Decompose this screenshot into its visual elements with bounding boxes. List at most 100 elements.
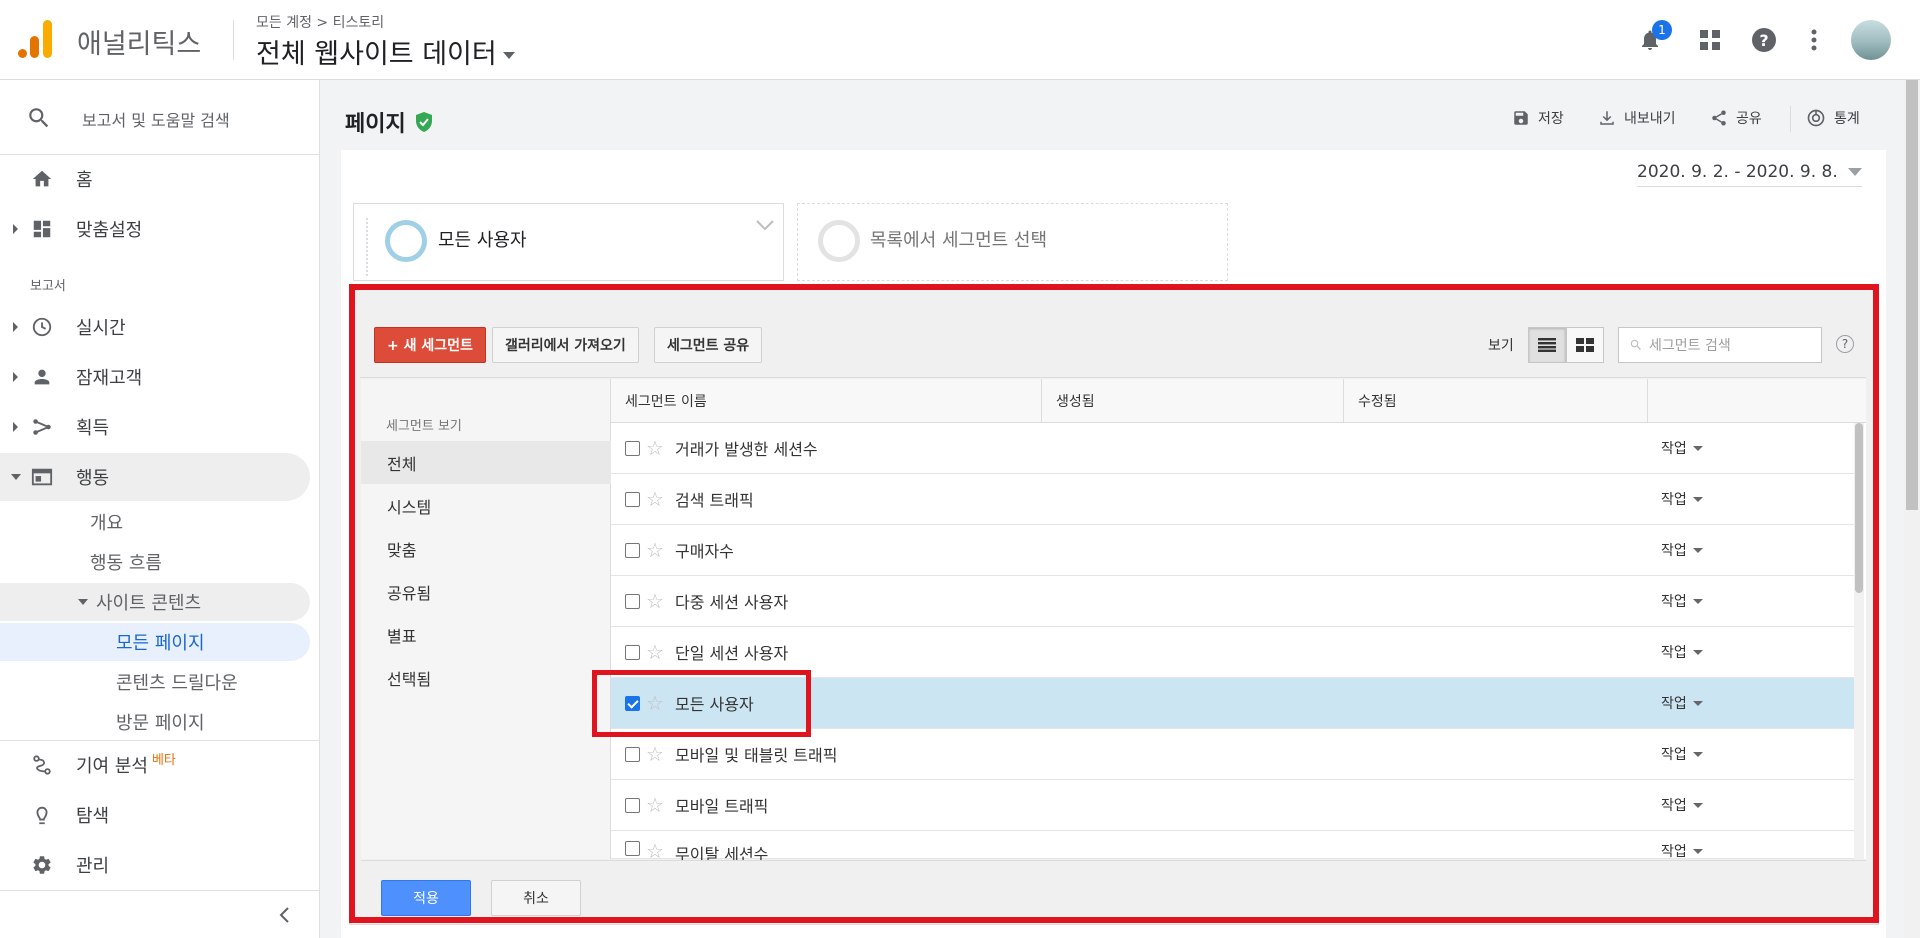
- save-button[interactable]: 저장: [1512, 108, 1564, 128]
- apply-button[interactable]: 적용: [381, 880, 471, 916]
- sidebar-item-attribution[interactable]: 기여 분석 베타: [0, 741, 310, 789]
- segment-name: 단일 세션 사용자: [675, 644, 789, 663]
- sidebar-item-acquisition[interactable]: 획득: [0, 403, 310, 451]
- star-icon[interactable]: ☆: [646, 642, 664, 662]
- star-icon[interactable]: ☆: [646, 438, 664, 458]
- row-actions-dropdown[interactable]: 작업: [1661, 693, 1703, 713]
- star-icon[interactable]: ☆: [646, 795, 664, 815]
- sidebar-item-discover[interactable]: 탐색: [0, 791, 310, 839]
- help-button[interactable]: ?: [1746, 22, 1782, 58]
- collapse-sidebar-button[interactable]: [278, 906, 292, 928]
- scrollbar-thumb[interactable]: [1855, 423, 1863, 593]
- star-icon[interactable]: ☆: [646, 540, 664, 560]
- page-scrollbar-thumb[interactable]: [1906, 80, 1918, 510]
- row-checkbox[interactable]: [625, 841, 640, 856]
- sidebar-item-admin[interactable]: 관리: [0, 841, 310, 889]
- segment-name: 거래가 발생한 세션수: [675, 440, 818, 459]
- filter-shared[interactable]: 공유됨: [361, 570, 611, 613]
- row-actions-dropdown[interactable]: 작업: [1661, 642, 1703, 662]
- row-checkbox[interactable]: [625, 695, 640, 711]
- table-scrollbar[interactable]: [1854, 423, 1864, 859]
- drag-handle-icon[interactable]: [366, 218, 370, 276]
- sidebar-item-behavior-flow[interactable]: 행동 흐름: [90, 543, 162, 581]
- table-row[interactable]: ☆ 단일 세션 사용자 작업: [611, 627, 1854, 678]
- account-breadcrumb[interactable]: 모든 계정 > 티스토리: [256, 12, 384, 32]
- filter-all[interactable]: 전체: [361, 441, 611, 484]
- filter-custom[interactable]: 맞춤: [361, 527, 611, 570]
- analytics-logo-icon[interactable]: [18, 20, 52, 58]
- column-modified[interactable]: 수정됨: [1344, 379, 1648, 423]
- share-button[interactable]: 공유: [1710, 108, 1762, 128]
- segment-ring-icon: [385, 220, 427, 262]
- sidebar-item-behavior[interactable]: 행동: [0, 453, 310, 501]
- row-actions-dropdown[interactable]: 작업: [1661, 540, 1703, 560]
- row-checkbox[interactable]: [625, 440, 640, 456]
- row-actions-dropdown[interactable]: 작업: [1661, 591, 1703, 611]
- column-segment-name[interactable]: 세그먼트 이름: [611, 379, 1042, 423]
- import-gallery-button[interactable]: 갤러리에서 가져오기: [492, 327, 639, 363]
- chevron-down-icon[interactable]: [755, 218, 775, 232]
- filter-selected[interactable]: 선택됨: [361, 656, 611, 699]
- row-checkbox[interactable]: [625, 542, 640, 558]
- sidebar-item-landing-pages[interactable]: 방문 페이지: [116, 703, 205, 741]
- star-icon[interactable]: ☆: [646, 591, 664, 611]
- svg-text:?: ?: [1759, 31, 1768, 50]
- sidebar-item-site-content[interactable]: 사이트 콘텐츠: [0, 583, 310, 621]
- sidebar-search[interactable]: 보고서 및 도움말 검색: [0, 80, 320, 155]
- row-checkbox[interactable]: [625, 491, 640, 507]
- account-avatar[interactable]: [1851, 20, 1891, 60]
- table-row[interactable]: ☆ 거래가 발생한 세션수 작업: [611, 423, 1854, 474]
- sidebar-item-all-pages[interactable]: 모든 페이지: [0, 623, 310, 661]
- row-actions-dropdown[interactable]: 작업: [1661, 744, 1703, 764]
- row-actions-dropdown[interactable]: 작업: [1661, 489, 1703, 509]
- notifications-button[interactable]: 1: [1632, 20, 1672, 58]
- segment-card-empty[interactable]: 목록에서 세그먼트 선택: [797, 203, 1228, 281]
- star-icon[interactable]: ☆: [646, 489, 664, 509]
- date-range-picker[interactable]: 2020. 9. 2. - 2020. 9. 8.: [1637, 162, 1862, 187]
- table-row[interactable]: ☆ 다중 세션 사용자 작업: [611, 576, 1854, 627]
- apps-button[interactable]: [1692, 22, 1728, 58]
- table-row[interactable]: ☆ 무이탈 세션수 작업: [611, 831, 1854, 864]
- sidebar-item-overview[interactable]: 개요: [90, 503, 123, 541]
- help-icon[interactable]: ?: [1836, 335, 1854, 353]
- star-icon[interactable]: ☆: [646, 744, 664, 764]
- star-icon[interactable]: ☆: [646, 841, 664, 861]
- row-checkbox[interactable]: [625, 644, 640, 660]
- sidebar-item-content-drilldown[interactable]: 콘텐츠 드릴다운: [116, 663, 238, 701]
- filter-system[interactable]: 시스템: [361, 484, 611, 527]
- segment-name: 모바일 트래픽: [675, 797, 769, 816]
- segment-search-input[interactable]: 세그먼트 검색: [1618, 327, 1822, 363]
- list-view-toggle[interactable]: [1528, 327, 1566, 363]
- new-segment-button[interactable]: + 새 세그먼트: [374, 327, 486, 363]
- page-scrollbar[interactable]: [1904, 80, 1920, 938]
- sidebar-item-realtime[interactable]: 실시간: [0, 303, 310, 351]
- caret-down-icon: [1692, 751, 1703, 757]
- table-row[interactable]: ☆ 모바일 및 태블릿 트래픽 작업: [611, 729, 1854, 780]
- cancel-button[interactable]: 취소: [491, 880, 581, 916]
- export-button[interactable]: 내보내기: [1598, 108, 1676, 128]
- more-options-button[interactable]: [1796, 22, 1832, 58]
- star-icon[interactable]: ☆: [646, 693, 664, 713]
- table-row[interactable]: ☆ 구매자수 작업: [611, 525, 1854, 576]
- share-segments-button[interactable]: 세그먼트 공유: [654, 327, 763, 363]
- row-checkbox[interactable]: [625, 746, 640, 762]
- grid-view-toggle[interactable]: [1566, 327, 1604, 363]
- expand-arrow-icon: [13, 322, 18, 332]
- sidebar-item-audience[interactable]: 잠재고객: [0, 353, 310, 401]
- row-actions-dropdown[interactable]: 작업: [1661, 795, 1703, 815]
- insights-button[interactable]: 통계: [1806, 108, 1860, 128]
- row-checkbox[interactable]: [625, 797, 640, 813]
- sidebar-item-customization[interactable]: 맞춤설정: [0, 205, 310, 253]
- filter-starred[interactable]: 별표: [361, 613, 611, 656]
- table-row[interactable]: ☆ 모든 사용자 작업: [611, 678, 1854, 729]
- table-row[interactable]: ☆ 검색 트래픽 작업: [611, 474, 1854, 525]
- table-row[interactable]: ☆ 모바일 트래픽 작업: [611, 780, 1854, 831]
- column-created[interactable]: 생성됨: [1042, 379, 1344, 423]
- segment-card-active[interactable]: 모든 사용자: [353, 203, 784, 281]
- row-checkbox[interactable]: [625, 593, 640, 609]
- segment-name: 다중 세션 사용자: [675, 593, 789, 612]
- row-actions-dropdown[interactable]: 작업: [1661, 438, 1703, 458]
- property-selector[interactable]: 전체 웹사이트 데이터: [256, 32, 515, 71]
- row-actions-dropdown[interactable]: 작업: [1661, 841, 1703, 861]
- sidebar-item-home[interactable]: 홈: [0, 155, 310, 203]
